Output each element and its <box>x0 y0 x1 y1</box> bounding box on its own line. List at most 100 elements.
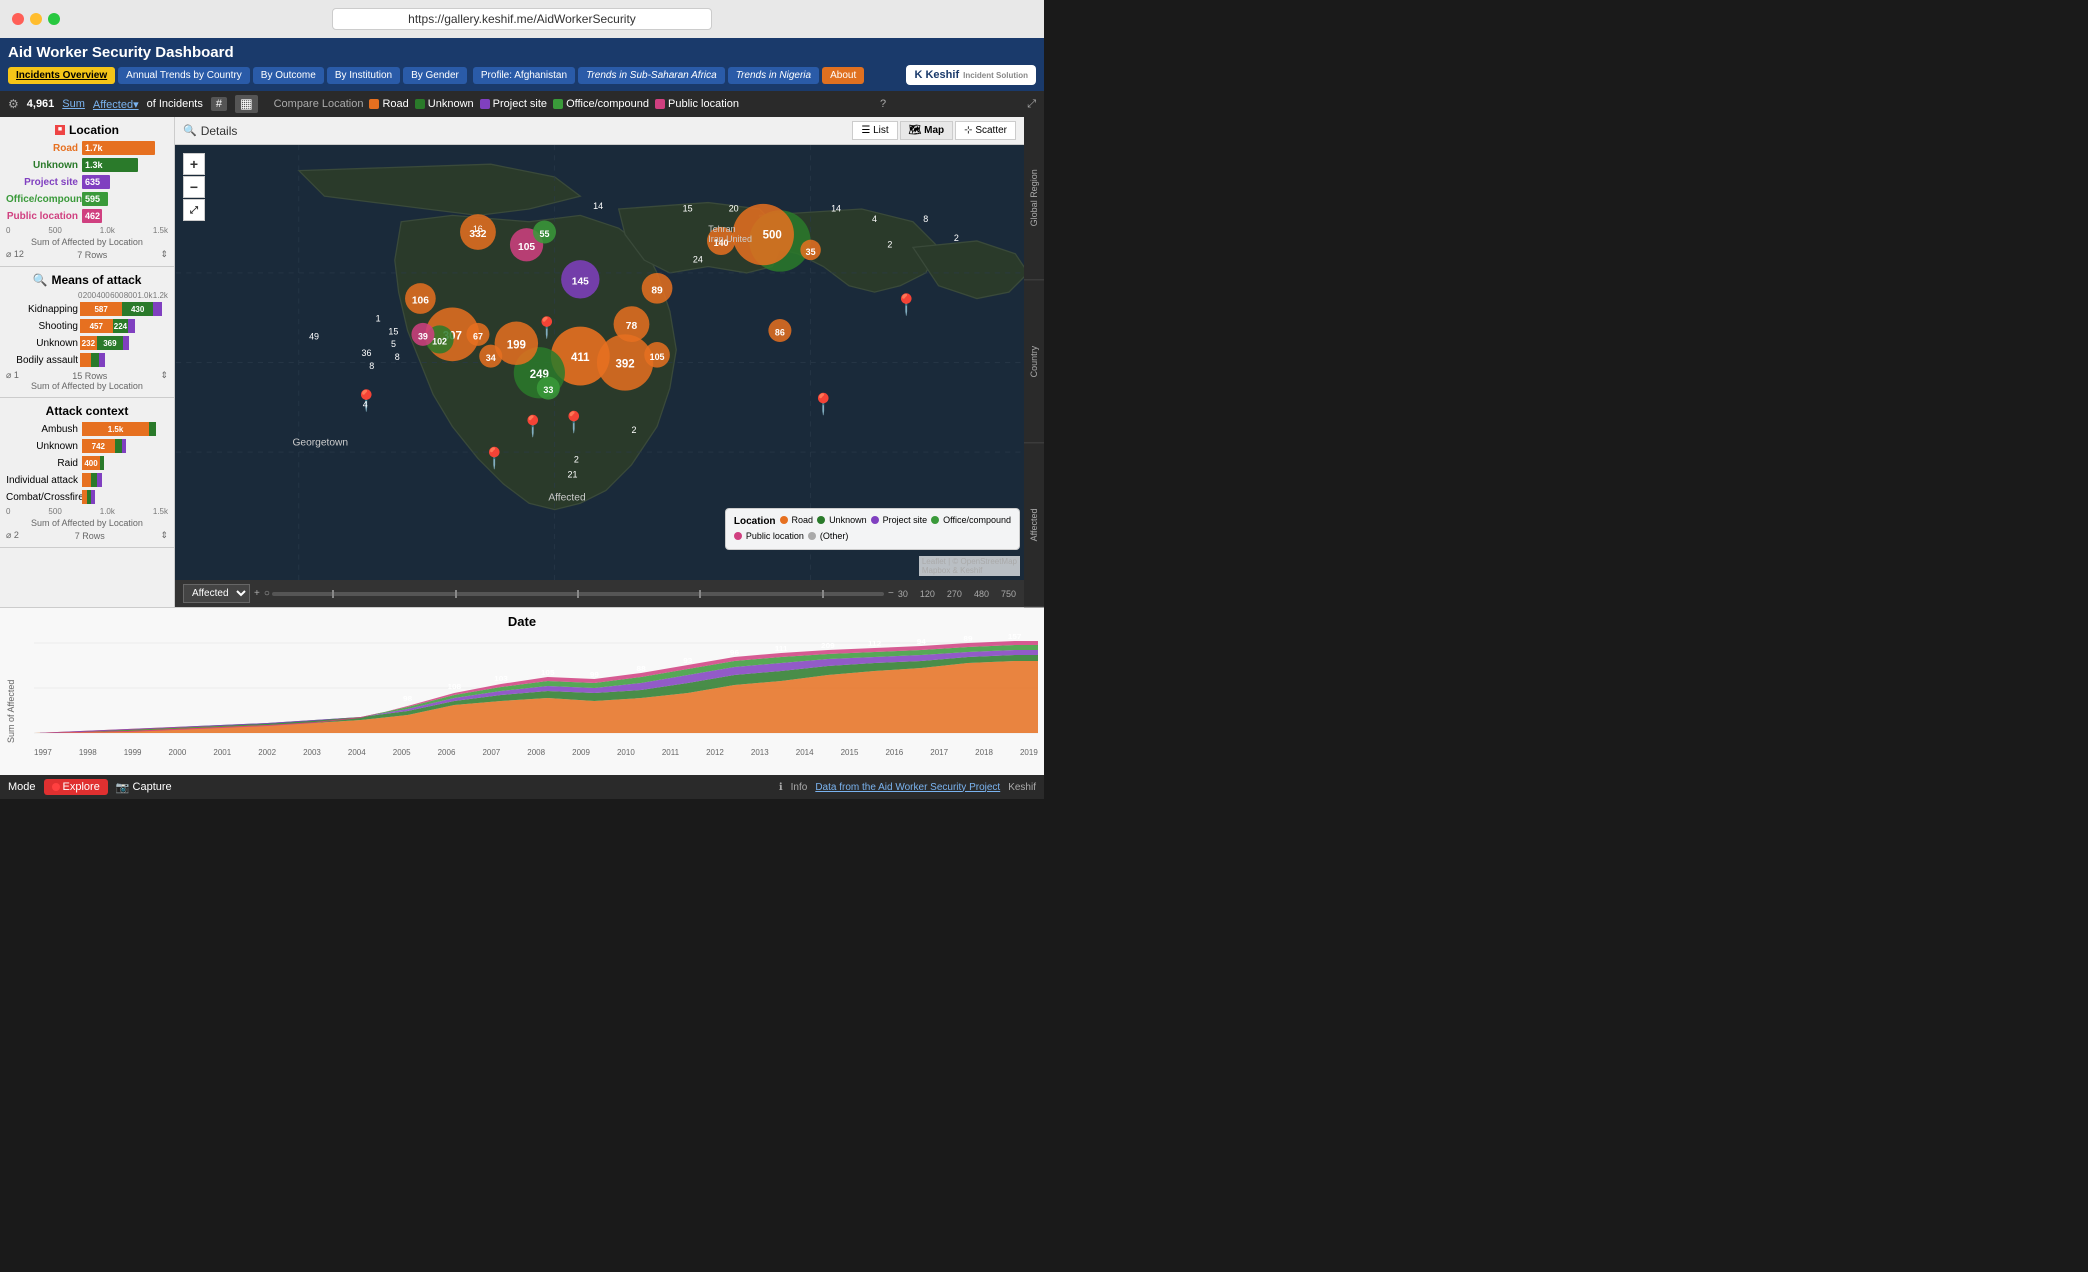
context-row-raid[interactable]: Raid 400 <box>6 456 168 470</box>
location-row-road[interactable]: Road 1.7k <box>6 141 168 155</box>
slider-track[interactable] <box>272 592 884 596</box>
svg-text:15: 15 <box>388 326 398 336</box>
raid-seg2 <box>100 456 104 470</box>
shooting-seg3 <box>128 319 135 333</box>
metric-link[interactable]: Sum <box>62 98 85 110</box>
shooting-seg2: 224 <box>113 319 129 333</box>
minimize-button[interactable] <box>30 13 42 25</box>
map-container[interactable]: 411 392 500 307 249 199 145 <box>175 145 1024 580</box>
location-row-public[interactable]: Public location 462 <box>6 209 168 223</box>
slider-plus[interactable]: + <box>254 588 260 599</box>
svg-text:5: 5 <box>391 339 396 349</box>
mode-button[interactable]: Mode <box>8 781 36 793</box>
legend-office-item: Office/compound <box>931 515 1011 525</box>
legend-unknown[interactable]: Unknown <box>415 98 474 110</box>
right-labels: Global Region Country Affected <box>1024 117 1044 607</box>
help-icon[interactable]: ? <box>880 98 886 110</box>
svg-text:209: 209 <box>821 642 835 650</box>
close-button[interactable] <box>12 13 24 25</box>
global-region-label[interactable]: Global Region <box>1024 117 1044 280</box>
means-row-kidnapping[interactable]: Kidnapping 587 430 <box>6 302 168 316</box>
means-sort[interactable]: ⇕ <box>160 370 168 381</box>
context-row-unknown[interactable]: Unknown 742 <box>6 439 168 453</box>
zoom-in-button[interactable]: + <box>183 153 205 175</box>
location-row-office[interactable]: Office/compound 595 <box>6 192 168 206</box>
tab-by-outcome[interactable]: By Outcome <box>253 67 324 84</box>
svg-text:55: 55 <box>540 229 550 239</box>
main-content: ■ Location Road 1.7k Unknown 1.3k Projec… <box>0 117 1044 607</box>
tab-about[interactable]: About <box>822 67 864 84</box>
context-unknown-bars: 742 <box>82 439 168 453</box>
location-row-project[interactable]: Project site 635 <box>6 175 168 189</box>
raid-label: Raid <box>6 458 78 469</box>
svg-text:67: 67 <box>473 331 483 341</box>
means-unknown-label: Unknown <box>6 338 78 349</box>
means-search-icon[interactable]: 🔍 <box>33 273 48 287</box>
hash-button[interactable]: # <box>211 97 227 111</box>
location-row-unknown[interactable]: Unknown 1.3k <box>6 158 168 172</box>
legend-road-item: Road <box>780 515 814 525</box>
dimension-link[interactable]: Affected▾ <box>93 98 139 111</box>
slider-minus[interactable]: − <box>888 588 894 599</box>
gear-icon[interactable]: ⚙ <box>8 97 19 111</box>
svg-text:39: 39 <box>418 331 428 341</box>
svg-text:14: 14 <box>831 204 841 214</box>
tab-by-institution[interactable]: By Institution <box>327 67 400 84</box>
legend-project[interactable]: Project site <box>480 98 547 110</box>
ambush-label: Ambush <box>6 424 78 435</box>
scatter-view-btn[interactable]: ⊹ Scatter <box>955 121 1016 140</box>
info-label: Info <box>791 782 808 793</box>
context-sort[interactable]: ⇕ <box>160 530 168 541</box>
legend-office[interactable]: Office/compound <box>553 98 649 110</box>
grid-button[interactable]: ▦ <box>235 95 258 113</box>
explore-label: Explore <box>63 781 100 793</box>
svg-text:2: 2 <box>574 454 579 464</box>
tab-trends-nigeria[interactable]: Trends in Nigeria <box>728 67 819 84</box>
svg-text:93: 93 <box>683 657 692 665</box>
fit-map-button[interactable]: ⤢ <box>183 199 205 221</box>
maximize-button[interactable] <box>48 13 60 25</box>
data-credit-link[interactable]: Data from the Aid Worker Security Projec… <box>815 782 1000 793</box>
map-view-btn[interactable]: 🗺 Map <box>900 121 953 140</box>
map-search-icon[interactable]: 🔍 <box>183 124 197 137</box>
means-avg: ⌀ 1 <box>6 370 19 381</box>
legend-road[interactable]: Road <box>369 98 408 110</box>
location-title: ■ Location <box>6 123 168 137</box>
explore-button[interactable]: Explore <box>44 779 108 795</box>
list-view-btn[interactable]: ☰ List <box>852 121 897 140</box>
ambush-seg1: 1.5k <box>82 422 149 436</box>
expand-icon[interactable]: ⤢ <box>1027 98 1036 111</box>
bodily-bars <box>80 353 168 367</box>
url-bar[interactable]: https://gallery.keshif.me/AidWorkerSecur… <box>332 8 712 30</box>
bodily-seg3 <box>99 353 104 367</box>
context-row-ambush[interactable]: Ambush 1.5k <box>6 422 168 436</box>
titlebar: https://gallery.keshif.me/AidWorkerSecur… <box>0 0 1044 38</box>
tab-incidents-overview[interactable]: Incidents Overview <box>8 67 115 84</box>
window-controls <box>12 13 60 25</box>
context-avg: ⌀ 2 <box>6 530 19 541</box>
legend-public[interactable]: Public location <box>655 98 739 110</box>
chart-area: Sum of Affected 400 200 0 <box>6 633 1038 763</box>
location-sort[interactable]: ⇕ <box>160 249 168 260</box>
chart-title: Date <box>6 614 1038 629</box>
zoom-out-button[interactable]: − <box>183 176 205 198</box>
tab-annual-trends[interactable]: Annual Trends by Country <box>118 67 250 84</box>
context-row-individual[interactable]: Individual attack <box>6 473 168 487</box>
context-row-combat[interactable]: Combat/Crossfire <box>6 490 168 504</box>
means-row-shooting[interactable]: Shooting 457 224 <box>6 319 168 333</box>
affected-label[interactable]: Affected <box>1024 444 1044 607</box>
context-axis-title: Sum of Affected by Location <box>6 518 168 528</box>
kidnapping-seg3 <box>153 302 162 316</box>
metric-select[interactable]: Affected <box>183 584 250 603</box>
unknown-seg1: 232 <box>80 336 97 350</box>
tab-profile-afghanistan[interactable]: Profile: Afghanistan <box>473 67 575 84</box>
kidnapping-label: Kidnapping <box>6 304 78 315</box>
capture-button[interactable]: 📷 Capture <box>116 781 172 794</box>
means-row-unknown[interactable]: Unknown 232 369 <box>6 336 168 350</box>
means-row-bodily[interactable]: Bodily assault <box>6 353 168 367</box>
svg-text:500: 500 <box>763 229 782 241</box>
tab-by-gender[interactable]: By Gender <box>403 67 467 84</box>
tab-trends-subsaharan[interactable]: Trends in Sub-Saharan Africa <box>578 67 725 84</box>
unknown-seg2: 369 <box>97 336 123 350</box>
country-label[interactable]: Country <box>1024 280 1044 443</box>
